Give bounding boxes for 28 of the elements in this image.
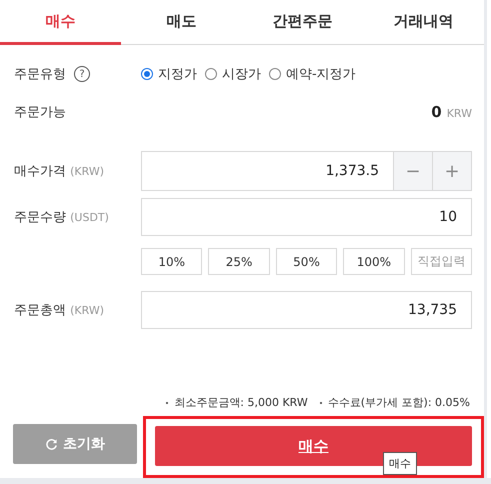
- quantity-label: 주문수량 (USDT): [14, 209, 110, 226]
- order-type-label: 주문유형: [14, 66, 66, 83]
- available-value: 0: [431, 103, 442, 121]
- total-label: 주문총액 (KRW): [14, 302, 106, 319]
- available-unit: KRW: [446, 107, 472, 120]
- refresh-icon: [45, 438, 58, 450]
- tab[interactable]: 매수: [0, 0, 121, 45]
- price-label: 매수가격 (KRW): [14, 163, 106, 180]
- percent-button[interactable]: 100%: [343, 248, 405, 275]
- note-text: 수수료(부가세 포함): 0.05%: [328, 395, 470, 410]
- radio-icon[interactable]: [205, 68, 217, 80]
- order-type-radio[interactable]: 예약-지정가: [269, 65, 356, 83]
- total-field[interactable]: 13,735: [141, 291, 472, 329]
- radio-icon[interactable]: [141, 68, 153, 80]
- tooltip: 매수: [383, 452, 417, 475]
- percent-button[interactable]: 10%: [141, 248, 202, 275]
- order-type-radio[interactable]: 지정가: [141, 65, 197, 83]
- tab[interactable]: 거래내역: [363, 0, 484, 45]
- order-type-radio[interactable]: 시장가: [205, 65, 261, 83]
- available-label: 주문가능: [14, 104, 67, 121]
- percent-button[interactable]: 25%: [208, 248, 270, 275]
- note-text: 최소주문금액: 5,000 KRW: [174, 395, 308, 410]
- percent-button[interactable]: 50%: [276, 248, 338, 275]
- radio-icon[interactable]: [269, 68, 281, 80]
- tab[interactable]: 매도: [121, 0, 242, 45]
- tab[interactable]: 간편주문: [242, 0, 363, 45]
- quantity-field[interactable]: 10: [141, 198, 472, 236]
- help-icon[interactable]: ?: [74, 66, 90, 82]
